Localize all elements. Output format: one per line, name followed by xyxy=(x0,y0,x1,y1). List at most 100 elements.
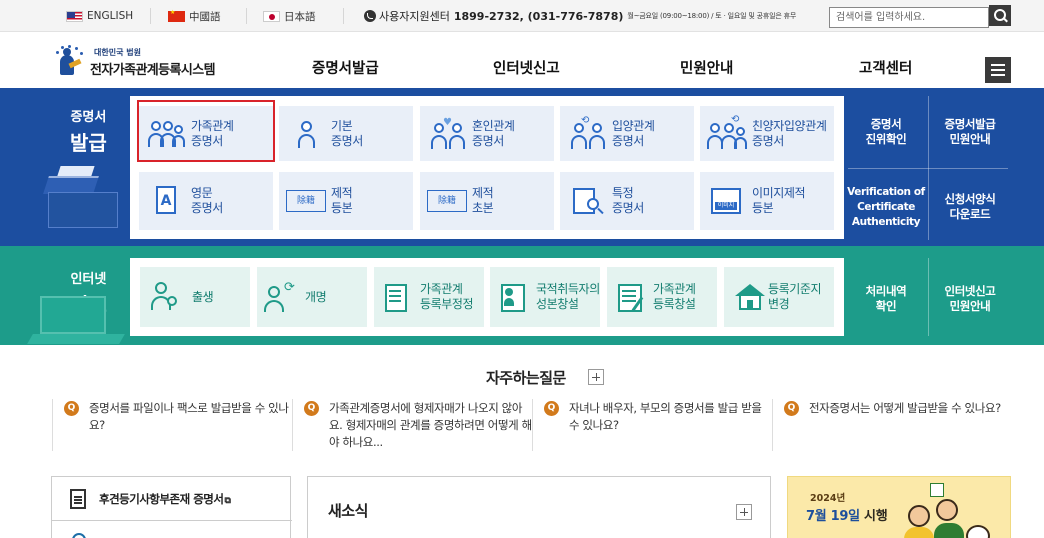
link-cert-issue-guide[interactable]: 증명서발급 민원안내 xyxy=(928,96,1012,168)
tile-marriage-cert[interactable]: ♥ 혼인관계 증명서 xyxy=(420,106,554,161)
tile-label: 혼인관계 증명서 xyxy=(472,118,515,148)
link-form-download[interactable]: 신청서양식 다운로드 xyxy=(928,168,1012,246)
person-icon xyxy=(286,119,326,149)
divider xyxy=(772,399,773,451)
jp-flag-icon xyxy=(263,10,280,22)
tile-label: 입양관계 증명서 xyxy=(612,118,655,148)
gnb-customer-center[interactable]: 고객센터 xyxy=(859,32,912,88)
tile-label: 친양자입양관계 증명서 xyxy=(752,118,827,148)
tile-label: 등록기준지 변경 xyxy=(768,282,822,311)
tile-register-creation[interactable]: 가족관계 등록창설 xyxy=(607,267,717,327)
lang-chinese-label: 中國語 xyxy=(189,10,221,23)
news-title: 새소식 xyxy=(328,502,368,520)
link-report-guide[interactable]: 인터넷신고 민원안내 xyxy=(928,258,1012,340)
tile-family-relation-cert[interactable]: 가족관계 증명서 xyxy=(139,106,273,161)
tile-label: 가족관계 증명서 xyxy=(191,118,234,148)
gnb-civil-guide[interactable]: 민원안내 xyxy=(680,32,733,88)
tile-label: 이미지제적 등본 xyxy=(752,186,806,215)
external-link-icon: ⧉ xyxy=(224,496,231,506)
divider xyxy=(150,8,151,24)
tile-adoption-cert[interactable]: ⟲ 입양관계 증명서 xyxy=(560,106,694,161)
divider xyxy=(246,8,247,24)
faq-item[interactable]: Q 증명서를 파일이나 팩스로 발급받을 수 있나요? xyxy=(52,399,292,451)
divider xyxy=(848,168,1008,169)
tile-label: 특정 증명서 xyxy=(612,186,644,215)
tile-name-change[interactable]: ⟳ 개명 xyxy=(257,267,367,327)
logo-title: 전자가족관계등록시스템 xyxy=(90,62,216,78)
link-label: 후견등기사항부존재 증명서 xyxy=(99,492,224,506)
tile-removal-register[interactable]: 除籍 제적 등본 xyxy=(279,172,413,230)
link-cert-verification[interactable]: 증명서 진위확인 xyxy=(844,96,928,168)
news-more-button[interactable] xyxy=(736,504,752,520)
divider xyxy=(928,258,929,336)
support-center-label: 사용자지원센터 xyxy=(379,10,450,23)
tile-label: 제적 초본 xyxy=(472,186,494,215)
tile-image-register[interactable]: 이미지 이미지제적 등본 xyxy=(700,172,834,230)
tile-english-cert[interactable]: A 영문 증명서 xyxy=(139,172,273,230)
link-verification-english[interactable]: Verification of Certificate Authenticity xyxy=(844,168,928,246)
search-button[interactable] xyxy=(989,5,1011,26)
faq-more-button[interactable] xyxy=(588,369,604,385)
birth-icon xyxy=(147,282,187,312)
divider xyxy=(292,399,293,451)
document-icon xyxy=(67,486,86,509)
tile-home-change[interactable]: 등록기준지 변경 xyxy=(724,267,834,327)
utility-bar: ENGLISH 中國語 日本語 사용자지원센터 1899-2732, (031-… xyxy=(0,0,1044,32)
question-icon: Q xyxy=(784,401,799,416)
promo-date: 7월 19일 시행 xyxy=(806,509,888,524)
link-processing-history[interactable]: 처리내역 확인 xyxy=(844,258,928,340)
gnb-certificate-issue[interactable]: 증명서발급 xyxy=(312,32,379,88)
gnb-internet-report[interactable]: 인터넷신고 xyxy=(493,32,560,88)
faq-question-text: 가족관계증명서에 형제자매가 나오지 않아요. 형제자매의 관계를 증명하려면 … xyxy=(329,401,532,449)
tile-birth-report[interactable]: 출생 xyxy=(140,267,250,327)
faq-item[interactable]: Q 자녀나 배우자, 부모의 증명서를 발급 받을 수 있나요? xyxy=(532,399,772,451)
lang-english-label: ENGLISH xyxy=(87,10,134,22)
english-doc-icon: A xyxy=(146,186,186,216)
question-icon: Q xyxy=(544,401,559,416)
faq-title: 자주하는질문 xyxy=(486,369,566,387)
tile-removal-extract[interactable]: 除籍 제적 초본 xyxy=(420,172,554,230)
search-input[interactable] xyxy=(829,7,989,28)
news-box: 새소식 xyxy=(307,476,771,538)
surname-creation-icon xyxy=(497,282,537,312)
tile-label: 기본 증명서 xyxy=(331,118,363,148)
marriage-icon: ♥ xyxy=(427,117,467,149)
question-icon: Q xyxy=(64,401,79,416)
faq-question-text: 자녀나 배우자, 부모의 증명서를 발급 받을 수 있나요? xyxy=(569,401,762,432)
family-icon xyxy=(146,119,186,149)
lang-japanese-link[interactable]: 日本語 xyxy=(263,0,316,32)
tile-basic-cert[interactable]: 기본 증명서 xyxy=(279,106,413,161)
adoption-icon: ⟲ xyxy=(567,115,607,149)
divider xyxy=(52,399,53,451)
issue-section-title: 증명서 발급 xyxy=(70,110,107,155)
faq-item[interactable]: Q 전자증명서는 어떻게 발급받을 수 있나요? xyxy=(772,399,1012,451)
site-header: 대한민국 법원 전자가족관계등록시스템 증명서발급 인터넷신고 민원안내 고객센… xyxy=(0,32,1044,88)
image-register-icon: 이미지 xyxy=(707,186,747,216)
tile-specific-cert[interactable]: 특정 증명서 xyxy=(560,172,694,230)
tile-surname-creation[interactable]: 국적취득자의 성본창설 xyxy=(490,267,600,327)
tile-full-adoption-cert[interactable]: ⟲ 친양자입양관계 증명서 xyxy=(700,106,834,161)
search-form xyxy=(829,5,1011,28)
faq-question-text: 전자증명서는 어떻게 발급받을 수 있나요? xyxy=(809,401,1001,415)
tile-label: 제적 등본 xyxy=(331,186,353,215)
promo-banner[interactable]: 2024년 7월 19일 시행 xyxy=(787,476,1011,538)
support-hours: 월~금요일 (09:00~18:00) / 토 · 일요일 및 공휴일은 휴무 xyxy=(627,12,797,20)
faq-item[interactable]: Q 가족관계증명서에 형제자매가 나오지 않아요. 형제자매의 관계를 증명하려… xyxy=(292,399,532,451)
tile-label: 개명 xyxy=(305,289,327,304)
site-logo[interactable]: 대한민국 법원 전자가족관계등록시스템 xyxy=(52,45,216,79)
link-guardianship-cert[interactable]: 후견등기사항부존재 증명서⧉ xyxy=(52,477,292,521)
tile-register-correction[interactable]: 가족관계 등록부정정 xyxy=(374,267,484,327)
lang-japanese-label: 日本語 xyxy=(284,10,316,23)
full-adoption-icon: ⟲ xyxy=(707,114,747,149)
removal-register-icon: 除籍 xyxy=(286,186,326,216)
lang-chinese-link[interactable]: 中國語 xyxy=(168,0,221,32)
phone-icon xyxy=(364,10,376,22)
support-phone-numbers: 1899-2732, (031-776-7878) xyxy=(453,9,624,23)
all-menu-button[interactable] xyxy=(985,57,1011,83)
divider xyxy=(532,399,533,451)
logo-subtitle: 대한민국 법원 xyxy=(94,47,141,57)
lang-english-link[interactable]: ENGLISH xyxy=(66,0,133,32)
quick-links-box: 후견등기사항부존재 증명서⧉ xyxy=(51,476,292,538)
tile-label: 국적취득자의 성본창설 xyxy=(536,282,600,311)
removal-extract-icon: 除籍 xyxy=(427,186,467,216)
